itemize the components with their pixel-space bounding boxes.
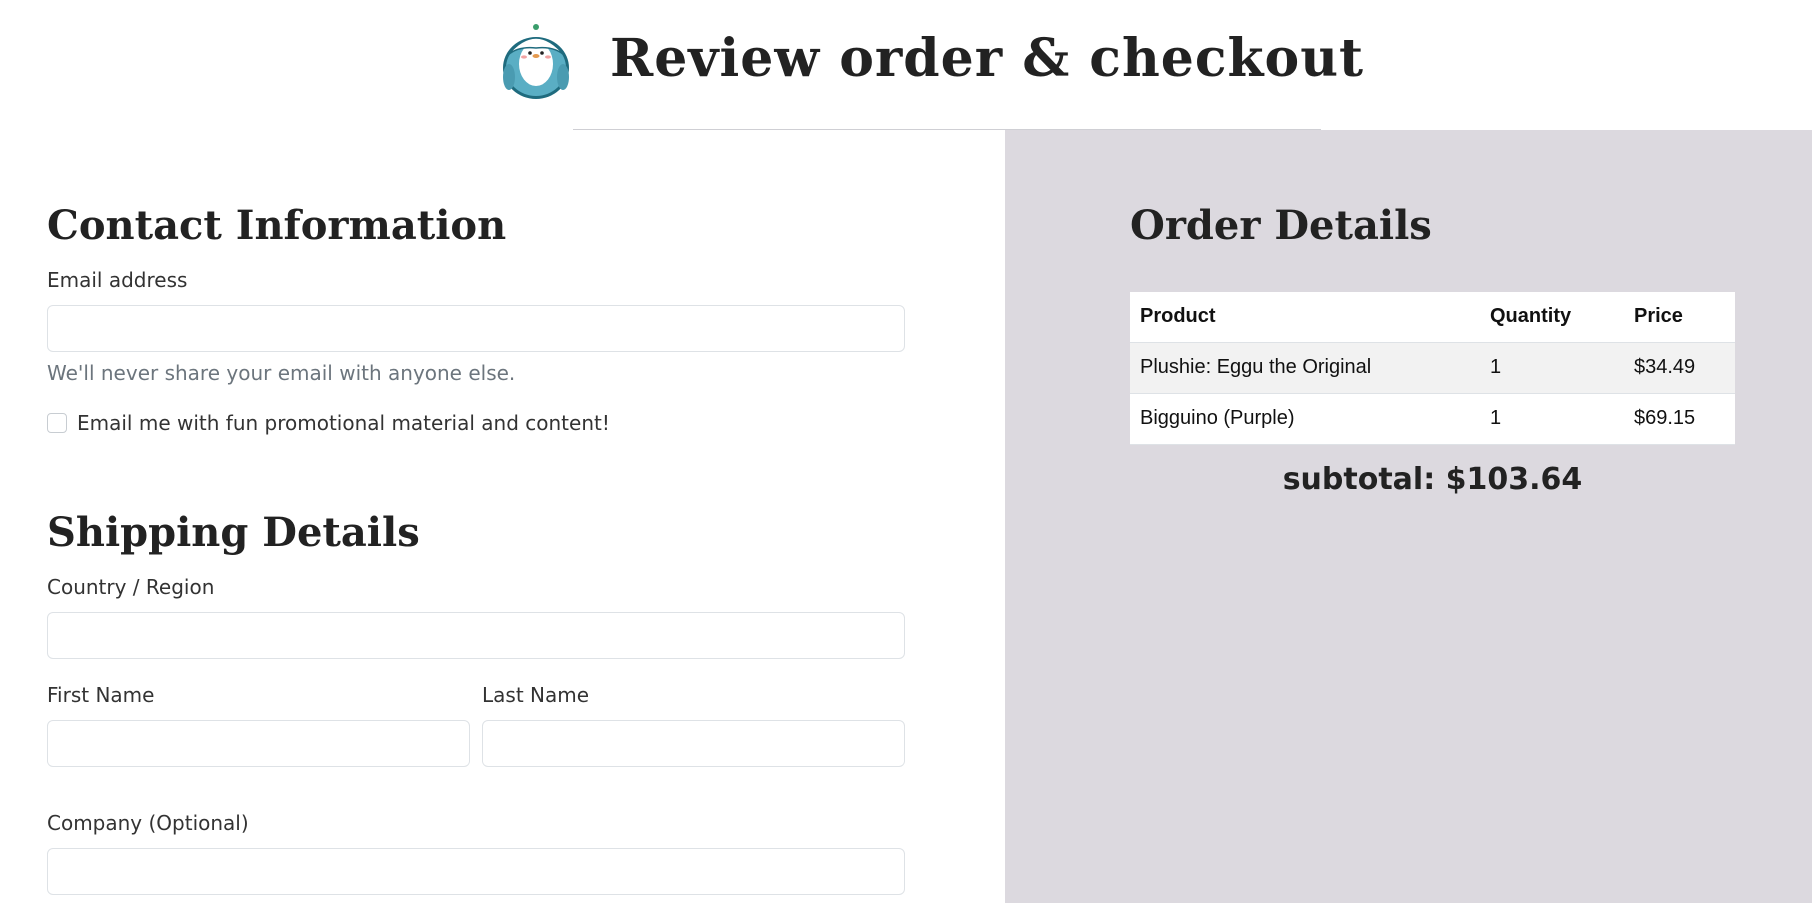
price-cell: $69.15 <box>1624 393 1735 445</box>
country-input[interactable] <box>47 612 905 659</box>
company-input[interactable] <box>47 848 905 895</box>
penguin-mascot-icon <box>503 24 569 99</box>
order-table: Product Quantity Price Plushie: Eggu the… <box>1130 292 1735 445</box>
promo-checkbox[interactable] <box>47 413 67 433</box>
table-row: Plushie: Eggu the Original 1 $34.49 <box>1130 342 1735 394</box>
first-name-label: First Name <box>47 683 155 707</box>
country-label: Country / Region <box>47 575 215 599</box>
quantity-cell: 1 <box>1480 393 1624 445</box>
email-label: Email address <box>47 268 188 292</box>
page-title: Review order & checkout <box>610 28 1365 89</box>
contact-section-title: Contact Information <box>47 202 507 249</box>
page-header: Review order & checkout <box>0 0 1812 131</box>
last-name-label: Last Name <box>482 683 590 707</box>
last-name-input[interactable] <box>482 720 905 767</box>
column-header-product: Product <box>1130 292 1480 343</box>
company-label: Company (Optional) <box>47 811 249 835</box>
email-help-text: We'll never share your email with anyone… <box>47 361 516 385</box>
email-input[interactable] <box>47 305 905 352</box>
column-header-quantity: Quantity <box>1480 292 1624 343</box>
table-row: Bigguino (Purple) 1 $69.15 <box>1130 393 1735 445</box>
product-cell: Plushie: Eggu the Original <box>1130 342 1480 394</box>
quantity-cell: 1 <box>1480 342 1624 394</box>
order-subtotal: subtotal: $103.64 <box>1130 462 1735 497</box>
column-header-price: Price <box>1624 292 1735 343</box>
table-header-row: Product Quantity Price <box>1130 292 1735 343</box>
promo-checkbox-label[interactable]: Email me with fun promotional material a… <box>77 411 610 435</box>
subtotal-label: subtotal: <box>1282 462 1436 497</box>
shipping-section-title: Shipping Details <box>47 509 420 556</box>
first-name-input[interactable] <box>47 720 470 767</box>
price-cell: $34.49 <box>1624 342 1735 394</box>
order-section-title: Order Details <box>1130 202 1432 249</box>
subtotal-value: $103.64 <box>1445 462 1583 497</box>
product-cell: Bigguino (Purple) <box>1130 393 1480 445</box>
